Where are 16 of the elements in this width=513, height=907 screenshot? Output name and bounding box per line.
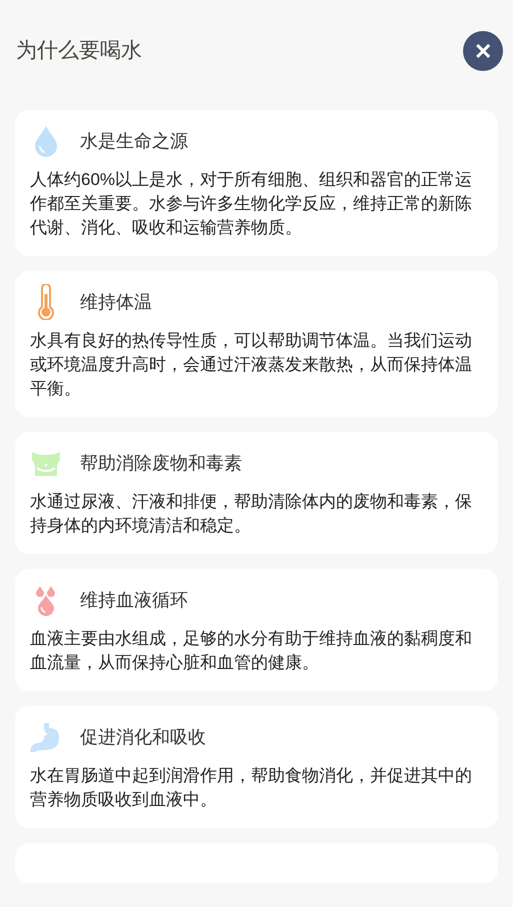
card-text: 人体约60%以上是水，对于所有细胞、组织和器官的正常运作都至关重要。水参与许多生物化学反应，维持正常的新陈代谢、消化、吸收和运输营养物质。 xyxy=(30,169,474,239)
card-title: 维持血液循环 xyxy=(80,588,188,612)
card-text: 血液主要由水组成，足够的水分有助于维持血液的黏稠度和血流量，从而保持心脏和血管的健康。 xyxy=(30,628,473,674)
close-button[interactable]: ✕ xyxy=(463,31,503,71)
card-title: 维持体温 xyxy=(80,290,152,314)
thermometer-icon xyxy=(36,284,56,320)
card-title: 帮助消除废物和毒素 xyxy=(80,452,242,474)
card-text: 水具有良好的热传导性质，可以帮助调节体温。当我们运动或环境温度升高时，会通过汗液蒸发来散热，从而保持体温平衡。 xyxy=(30,330,473,400)
water-drop-icon xyxy=(33,125,59,157)
page-title: 为什么要喝水 xyxy=(16,38,142,64)
card-text: 水在胃肠道中起到润滑作用，帮助食物消化，并促进其中的营养物质吸收到血液中。 xyxy=(30,765,473,811)
card-title: 促进消化和吸收 xyxy=(80,726,206,748)
stomach-icon xyxy=(30,722,62,752)
card-title: 水是生命之源 xyxy=(80,130,188,152)
card-text: 水通过尿液、汗液和排便，帮助清除体内的废物和毒素，保持身体的内环境清洁和稳定。 xyxy=(30,491,473,537)
blood-drops-icon xyxy=(34,584,58,616)
